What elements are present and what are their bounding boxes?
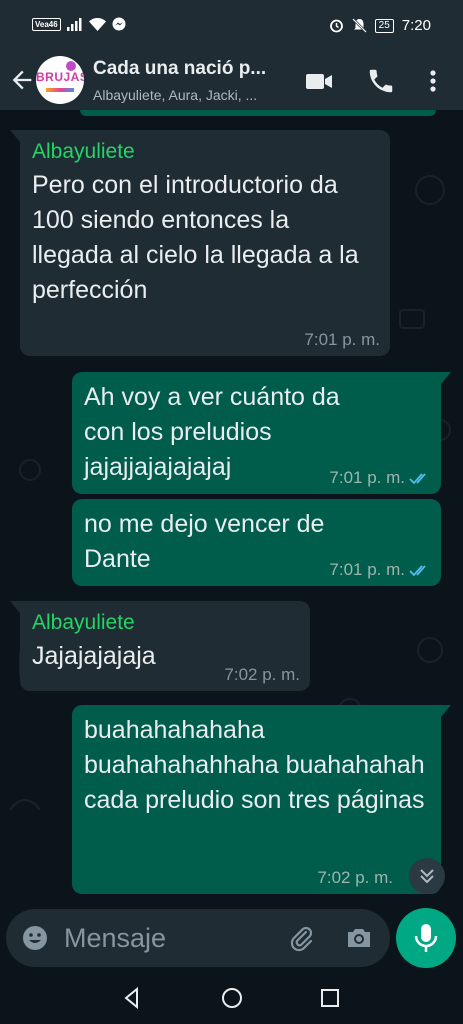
mic-icon xyxy=(414,924,438,952)
message-text: buahahahahaha buahahahahhaha buahahahah … xyxy=(84,716,425,814)
voice-record-button[interactable] xyxy=(396,908,456,968)
phone-call-icon[interactable] xyxy=(366,66,396,96)
message-bubble-incoming[interactable]: Albayuliete Jajajajajaja 7:02 p. m. xyxy=(10,601,310,691)
status-bar: Vea46 25 7:20 xyxy=(0,0,463,52)
battery-icon: 25 xyxy=(374,18,394,33)
message-bubble-outgoing[interactable]: Ah voy a ver cuánto da con los preludios… xyxy=(72,372,451,494)
system-nav-bar xyxy=(0,972,463,1024)
more-vert-icon[interactable] xyxy=(420,66,446,96)
message-meta: 7:02 p. m. xyxy=(224,665,300,685)
message-time: 7:02 p. m. xyxy=(317,868,393,887)
message-meta: 7:02 p. m. xyxy=(317,868,393,888)
chat-title[interactable]: Cada una nació p... xyxy=(93,58,293,80)
message-bubble-outgoing[interactable]: buahahahahaha buahahahahhaha buahahahah … xyxy=(72,705,451,894)
message-bubble-outgoing[interactable]: no me dejo vencer de Dante 7:01 p. m. xyxy=(72,499,441,586)
nav-back-icon[interactable] xyxy=(120,986,144,1010)
message-time: 7:01 p. m. xyxy=(329,468,405,487)
camera-icon[interactable] xyxy=(344,923,374,953)
message-sender: Albayuliete xyxy=(32,140,135,163)
status-left: Vea46 xyxy=(32,17,126,31)
clock: 7:20 xyxy=(401,17,431,34)
message-meta: 7:01 p. m. xyxy=(329,560,431,580)
alarm-icon xyxy=(329,19,343,33)
message-list[interactable]: Albayuliete Pero con el introductorio da… xyxy=(0,110,463,908)
scroll-to-bottom-button[interactable] xyxy=(409,858,445,894)
attach-icon[interactable] xyxy=(286,923,316,953)
message-input[interactable]: Mensaje xyxy=(64,923,166,954)
messenger-icon xyxy=(112,17,126,31)
message-meta: 7:01 p. m. xyxy=(304,330,380,350)
chat-members[interactable]: Albayuliete, Aura, Jacki, ... xyxy=(93,87,293,103)
previous-message-edge xyxy=(80,110,436,116)
nav-recents-icon[interactable] xyxy=(318,986,342,1010)
double-chevron-down-icon xyxy=(420,869,434,884)
status-right: 25 7:20 xyxy=(329,17,431,34)
read-receipt-icon xyxy=(409,565,426,577)
mute-icon xyxy=(351,18,367,33)
message-sender: Albayuliete xyxy=(32,611,135,634)
avatar-decoration-bar xyxy=(46,88,74,92)
message-meta: 7:01 p. m. xyxy=(329,468,431,488)
message-text: Ah voy a ver cuánto da con los preludios… xyxy=(84,383,340,481)
read-receipt-icon xyxy=(409,473,426,485)
carrier-label: Vea46 xyxy=(32,17,61,31)
message-text: Pero con el introductorio da 100 siendo … xyxy=(32,171,359,304)
signal-icon xyxy=(66,17,82,31)
avatar-text: BRUJAS xyxy=(36,70,84,84)
message-time: 7:01 p. m. xyxy=(304,330,380,349)
emoji-icon[interactable] xyxy=(20,923,50,953)
message-time: 7:02 p. m. xyxy=(224,665,300,684)
message-time: 7:01 p. m. xyxy=(329,560,405,579)
nav-home-icon[interactable] xyxy=(220,986,244,1010)
chat-header: BRUJAS Cada una nació p... Albayuliete, … xyxy=(0,52,463,110)
group-avatar[interactable]: BRUJAS xyxy=(36,56,84,104)
message-composer[interactable]: Mensaje xyxy=(6,909,390,967)
back-arrow-icon[interactable] xyxy=(8,66,36,94)
message-bubble-incoming[interactable]: Albayuliete Pero con el introductorio da… xyxy=(10,130,390,356)
video-call-icon[interactable] xyxy=(304,66,334,96)
wifi-icon xyxy=(88,17,106,31)
